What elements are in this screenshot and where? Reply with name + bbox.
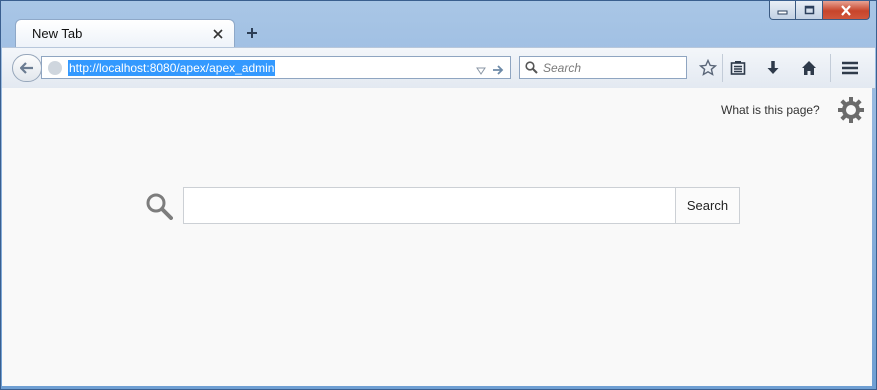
new-tab-button[interactable]	[242, 23, 262, 43]
back-arrow-icon	[20, 62, 33, 74]
gear-icon[interactable]	[837, 96, 865, 128]
close-icon	[841, 4, 851, 16]
reading-list-button[interactable]	[727, 58, 749, 78]
maximize-button[interactable]	[796, 1, 823, 20]
search-button[interactable]: Search	[675, 188, 739, 223]
search-icon	[145, 192, 173, 224]
navigation-toolbar: http://localhost:8080/apex/apex_admin Se…	[2, 47, 875, 89]
plus-icon	[247, 28, 257, 38]
globe-icon	[48, 60, 62, 75]
what-is-this-page-link[interactable]: What is this page?	[721, 103, 820, 117]
close-window-button[interactable]	[823, 1, 870, 20]
go-arrow-icon[interactable]	[492, 61, 504, 80]
back-button[interactable]	[12, 54, 42, 82]
new-tab-page: What is this page? Search	[2, 88, 872, 386]
tab-strip: New Tab	[1, 19, 876, 47]
bookmark-star-button[interactable]	[697, 58, 719, 78]
url-bar[interactable]: http://localhost:8080/apex/apex_admin	[41, 56, 511, 79]
page-search-field[interactable]: Search	[183, 187, 740, 224]
star-icon	[699, 59, 717, 76]
maximize-icon	[804, 5, 814, 15]
search-bar[interactable]: Search	[519, 56, 687, 79]
dropdown-triangle-icon[interactable]	[476, 61, 486, 80]
window-caption-buttons	[769, 1, 870, 21]
tab-close-icon[interactable]	[210, 26, 226, 42]
minimize-button[interactable]	[769, 1, 796, 20]
download-button[interactable]	[762, 58, 784, 78]
menu-icon	[842, 61, 858, 75]
minimize-icon	[777, 10, 788, 15]
tab-title: New Tab	[32, 26, 83, 41]
home-button[interactable]	[798, 58, 820, 78]
download-icon	[767, 61, 779, 74]
reading-list-icon	[730, 61, 746, 75]
toolbar-separator	[722, 54, 723, 82]
browser-window: New Tab http://localhost:8080/apex/apex_…	[0, 0, 877, 390]
search-icon	[525, 61, 538, 74]
home-icon	[802, 61, 816, 75]
menu-button[interactable]	[839, 58, 861, 78]
toolbar-separator	[830, 54, 831, 82]
url-input[interactable]: http://localhost:8080/apex/apex_admin	[68, 59, 276, 76]
search-placeholder: Search	[543, 60, 582, 75]
tab-new-tab[interactable]: New Tab	[15, 19, 235, 47]
